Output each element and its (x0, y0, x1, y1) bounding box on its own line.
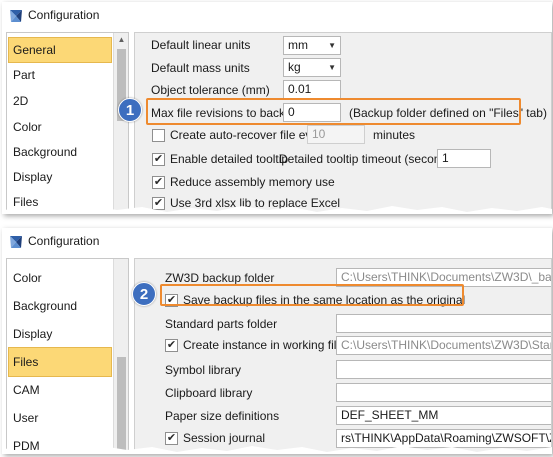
chevron-down-icon: ▼ (328, 41, 336, 50)
highlight-box-1 (146, 98, 521, 125)
scroll-up-icon[interactable]: ▲ (114, 33, 128, 47)
sidebar-item-general[interactable]: General (8, 37, 112, 63)
tooltip-timeout-input[interactable]: 1 (437, 149, 491, 168)
sidebar-item-display[interactable]: Display (8, 321, 112, 347)
detailed-tooltip-checkbox[interactable]: ✔ (152, 153, 165, 166)
sidebar-item-color[interactable]: Color (8, 265, 112, 291)
paper-size-label: Paper size definitions (165, 409, 280, 423)
symbol-library-label: Symbol library (165, 363, 242, 377)
sidebar-item-background[interactable]: Background (8, 139, 112, 165)
window-title: Configuration (28, 8, 100, 22)
checkmark-icon: ✔ (153, 153, 164, 165)
tooltip-timeout-label: Detailed tooltip timeout (seconds) (279, 152, 458, 166)
sidebar-scrollbar[interactable] (113, 259, 128, 454)
backup-folder-label: ZW3D backup folder (165, 271, 275, 285)
step-callout-2: 2 (132, 282, 156, 306)
sidebar-item-color[interactable]: Color (8, 114, 112, 140)
configuration-window-general: Configuration General Part 2D Color Back… (2, 2, 552, 214)
detailed-tooltip-label: Enable detailed tooltip (170, 152, 289, 166)
configuration-window-files: Configuration Color Background Display F… (2, 228, 552, 454)
step-callout-1: 1 (118, 98, 142, 122)
title-bar: Configuration (2, 2, 552, 30)
create-instance-label: Create instance in working file (183, 338, 344, 352)
sidebar-item-cam[interactable]: CAM (8, 377, 112, 403)
mass-units-label: Default mass units (151, 61, 250, 75)
create-instance-input[interactable]: C:\Users\THINK\Documents\ZW3D\Stand (336, 336, 551, 355)
checkmark-icon: ✔ (166, 432, 177, 444)
torn-edge-bottom (2, 206, 552, 214)
linear-units-dropdown[interactable]: mm ▼ (283, 36, 341, 55)
zw3d-logo-icon (10, 10, 22, 22)
clipboard-library-label: Clipboard library (165, 386, 253, 400)
symbol-library-input[interactable] (336, 360, 551, 379)
paper-size-input[interactable]: DEF_SHEET_MM (336, 406, 551, 425)
std-parts-input[interactable] (336, 314, 551, 333)
auto-recover-input[interactable]: 10 (307, 125, 365, 144)
tolerance-label: Object tolerance (mm) (151, 83, 270, 97)
highlight-box-2 (160, 284, 464, 306)
checkmark-icon: ✔ (153, 176, 164, 188)
category-list: General Part 2D Color Background Display… (6, 32, 129, 214)
sidebar-item-2d[interactable]: 2D (8, 88, 112, 114)
session-journal-label: Session journal (183, 431, 266, 445)
torn-edge-top (2, 228, 552, 234)
chevron-down-icon: ▼ (328, 63, 336, 72)
auto-recover-label: Create auto-recover file every (170, 128, 329, 142)
linear-units-label: Default linear units (151, 38, 251, 52)
std-parts-label: Standard parts folder (165, 317, 278, 331)
scrollbar-thumb[interactable] (117, 357, 126, 454)
auto-recover-checkbox[interactable] (152, 129, 165, 142)
mass-units-dropdown[interactable]: kg ▼ (283, 58, 341, 77)
linear-units-value: mm (288, 38, 308, 52)
torn-edge-bottom (2, 446, 552, 454)
checkmark-icon: ✔ (166, 339, 177, 351)
mass-units-value: kg (288, 60, 301, 74)
sidebar-item-part[interactable]: Part (8, 62, 112, 88)
sidebar-scrollbar[interactable]: ▲ (113, 33, 128, 214)
auto-recover-unit: minutes (373, 128, 416, 142)
tolerance-input[interactable]: 0.01 (283, 80, 341, 99)
sidebar-item-display[interactable]: Display (8, 164, 112, 190)
create-instance-checkbox[interactable]: ✔ (165, 339, 178, 352)
sidebar-item-files[interactable]: Files (8, 347, 112, 377)
reduce-memory-checkbox[interactable]: ✔ (152, 176, 165, 189)
sidebar-item-user[interactable]: User (8, 405, 112, 431)
category-list: Color Background Display Files CAM User … (6, 258, 129, 454)
sidebar-item-background[interactable]: Background (8, 293, 112, 319)
reduce-memory-label: Reduce assembly memory use (170, 175, 335, 189)
clipboard-library-input[interactable] (336, 383, 551, 402)
